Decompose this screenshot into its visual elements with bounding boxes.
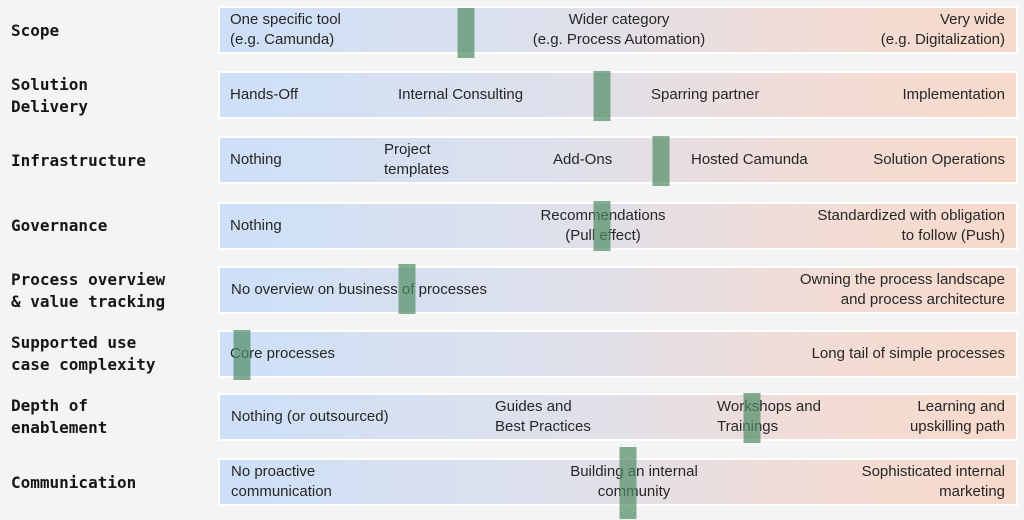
scale-option: Solution Operations <box>873 151 1005 168</box>
row-label-use-case-complexity: Supported use case complexity <box>11 333 156 374</box>
scale-bar-communication: No proactive communication Building an i… <box>218 458 1018 506</box>
position-marker-infrastructure <box>652 136 670 186</box>
scale-option: Nothing (or outsourced) <box>231 408 389 425</box>
row-label-process-overview: Process overview & value tracking <box>11 270 166 311</box>
scale-bar-depth-of-enablement: Nothing (or outsourced) Guides and Best … <box>218 393 1018 441</box>
scale-option: Owning the process landscape and process… <box>799 271 1005 308</box>
scale-option: Wider category (e.g. Process Automation) <box>532 11 706 48</box>
position-marker-scope <box>457 8 475 58</box>
scale-option: Very wide (e.g. Digitalization) <box>880 11 1005 48</box>
scale-option: Guides and Best Practices <box>495 398 591 435</box>
scale-option: Sophisticated internal marketing <box>861 463 1005 500</box>
scale-option: Workshops and Trainings <box>717 398 821 435</box>
scale-option: Implementation <box>902 86 1005 103</box>
row-label-infrastructure: Infrastructure <box>11 151 146 170</box>
position-marker-communication <box>619 447 637 519</box>
row-label-solution-delivery: Solution Delivery <box>11 75 89 116</box>
scale-option: Long tail of simple processes <box>811 345 1005 362</box>
scale-option: Hands-Off <box>230 86 299 103</box>
scale-option: Internal Consulting <box>398 86 524 103</box>
scale-option: Learning and upskilling path <box>909 398 1005 435</box>
scale-bar-governance: Nothing Recommendations (Pull effect) St… <box>218 202 1018 250</box>
scale-option: Sparring partner <box>651 86 760 103</box>
row-label-scope: Scope <box>11 21 60 40</box>
row-label-communication: Communication <box>11 473 137 492</box>
scale-option: No overview on business of processes <box>231 281 487 298</box>
scale-option: One specific tool (e.g. Camunda) <box>230 11 341 48</box>
scale-bar-scope: One specific tool (e.g. Camunda) Wider c… <box>218 6 1018 54</box>
position-marker-use-case-complexity <box>233 330 251 380</box>
scale-option: Nothing <box>230 151 282 168</box>
scale-bar-process-overview: No overview on business of processes Own… <box>218 266 1018 314</box>
scale-option: Add-Ons <box>553 151 613 168</box>
position-marker-solution-delivery <box>593 71 611 121</box>
scale-option: Nothing <box>230 217 282 234</box>
position-marker-governance <box>593 201 611 251</box>
scale-option: Standardized with obligation to follow (… <box>817 207 1005 244</box>
scale-bar-solution-delivery: Hands-Off Internal Consulting Sparring p… <box>218 71 1018 119</box>
scale-option: Hosted Camunda <box>691 151 808 168</box>
scale-bar-use-case-complexity: Core processes Long tail of simple proce… <box>218 330 1018 378</box>
position-marker-depth-of-enablement <box>743 393 761 443</box>
row-label-depth-of-enablement: Depth of enablement <box>11 396 108 437</box>
position-marker-process-overview <box>398 264 416 314</box>
scale-option: Project templates <box>384 141 450 178</box>
scale-option: No proactive communication <box>231 463 332 500</box>
scale-bar-infrastructure: Nothing Project templates Add-Ons Hosted… <box>218 136 1018 184</box>
row-label-governance: Governance <box>11 216 108 235</box>
